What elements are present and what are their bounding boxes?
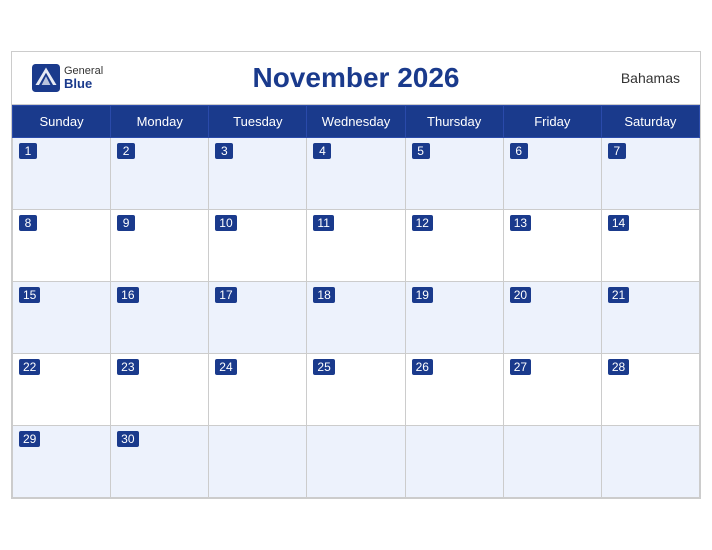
weekday-header-row: Sunday Monday Tuesday Wednesday Thursday… — [13, 106, 700, 138]
calendar-day-cell: 8 — [13, 210, 111, 282]
day-number: 18 — [313, 287, 334, 303]
calendar-day-cell: 19 — [405, 282, 503, 354]
country-label: Bahamas — [621, 70, 680, 86]
calendar-day-cell: 27 — [503, 354, 601, 426]
calendar-day-cell: 6 — [503, 138, 601, 210]
day-number: 22 — [19, 359, 40, 375]
day-number: 29 — [19, 431, 40, 447]
calendar-day-cell: 21 — [601, 282, 699, 354]
calendar-day-cell: 5 — [405, 138, 503, 210]
calendar-day-cell: 23 — [111, 354, 209, 426]
day-number: 16 — [117, 287, 138, 303]
logo-area: General Blue — [32, 64, 103, 92]
day-number: 7 — [608, 143, 626, 159]
day-number: 26 — [412, 359, 433, 375]
calendar-day-cell: 25 — [307, 354, 405, 426]
calendar-day-cell: 11 — [307, 210, 405, 282]
calendar-day-cell: 20 — [503, 282, 601, 354]
header-friday: Friday — [503, 106, 601, 138]
calendar-day-cell: 29 — [13, 426, 111, 498]
calendar-header: General Blue November 2026 Bahamas — [12, 52, 700, 105]
calendar-table: Sunday Monday Tuesday Wednesday Thursday… — [12, 105, 700, 498]
header-tuesday: Tuesday — [209, 106, 307, 138]
calendar-day-cell: 14 — [601, 210, 699, 282]
logo-text: General Blue — [64, 66, 103, 90]
day-number: 10 — [215, 215, 236, 231]
day-number: 2 — [117, 143, 135, 159]
day-number: 1 — [19, 143, 37, 159]
day-number: 24 — [215, 359, 236, 375]
week-row-2: 8 9 10 11 12 13 14 — [13, 210, 700, 282]
day-number: 14 — [608, 215, 629, 231]
day-number: 11 — [313, 215, 333, 231]
day-number: 9 — [117, 215, 135, 231]
calendar-day-cell — [503, 426, 601, 498]
calendar-day-cell — [405, 426, 503, 498]
calendar-day-cell — [601, 426, 699, 498]
header-monday: Monday — [111, 106, 209, 138]
calendar-day-cell: 28 — [601, 354, 699, 426]
week-row-4: 22 23 24 25 26 27 28 — [13, 354, 700, 426]
calendar-day-cell: 1 — [13, 138, 111, 210]
calendar-day-cell: 24 — [209, 354, 307, 426]
month-title: November 2026 — [252, 62, 459, 94]
calendar-day-cell: 12 — [405, 210, 503, 282]
week-row-3: 15 16 17 18 19 20 21 — [13, 282, 700, 354]
calendar: General Blue November 2026 Bahamas Sunda… — [11, 51, 701, 499]
calendar-day-cell: 4 — [307, 138, 405, 210]
calendar-day-cell: 7 — [601, 138, 699, 210]
calendar-day-cell — [307, 426, 405, 498]
day-number: 19 — [412, 287, 433, 303]
logo-blue-text: Blue — [64, 77, 103, 90]
day-number: 30 — [117, 431, 138, 447]
day-number: 21 — [608, 287, 629, 303]
header-sunday: Sunday — [13, 106, 111, 138]
calendar-day-cell — [209, 426, 307, 498]
header-thursday: Thursday — [405, 106, 503, 138]
header-wednesday: Wednesday — [307, 106, 405, 138]
calendar-day-cell: 15 — [13, 282, 111, 354]
calendar-day-cell: 18 — [307, 282, 405, 354]
header-saturday: Saturday — [601, 106, 699, 138]
calendar-day-cell: 17 — [209, 282, 307, 354]
day-number: 17 — [215, 287, 236, 303]
day-number: 5 — [412, 143, 430, 159]
calendar-day-cell: 9 — [111, 210, 209, 282]
day-number: 25 — [313, 359, 334, 375]
day-number: 20 — [510, 287, 531, 303]
day-number: 13 — [510, 215, 531, 231]
calendar-day-cell: 2 — [111, 138, 209, 210]
day-number: 12 — [412, 215, 433, 231]
day-number: 8 — [19, 215, 37, 231]
generalblue-icon — [32, 64, 60, 92]
week-row-5: 29 30 — [13, 426, 700, 498]
day-number: 15 — [19, 287, 40, 303]
day-number: 23 — [117, 359, 138, 375]
day-number: 4 — [313, 143, 331, 159]
calendar-day-cell: 16 — [111, 282, 209, 354]
calendar-day-cell: 13 — [503, 210, 601, 282]
calendar-day-cell: 22 — [13, 354, 111, 426]
calendar-day-cell: 30 — [111, 426, 209, 498]
day-number: 28 — [608, 359, 629, 375]
week-row-1: 1 2 3 4 5 6 7 — [13, 138, 700, 210]
day-number: 6 — [510, 143, 528, 159]
day-number: 27 — [510, 359, 531, 375]
calendar-day-cell: 10 — [209, 210, 307, 282]
calendar-day-cell: 3 — [209, 138, 307, 210]
calendar-day-cell: 26 — [405, 354, 503, 426]
day-number: 3 — [215, 143, 233, 159]
